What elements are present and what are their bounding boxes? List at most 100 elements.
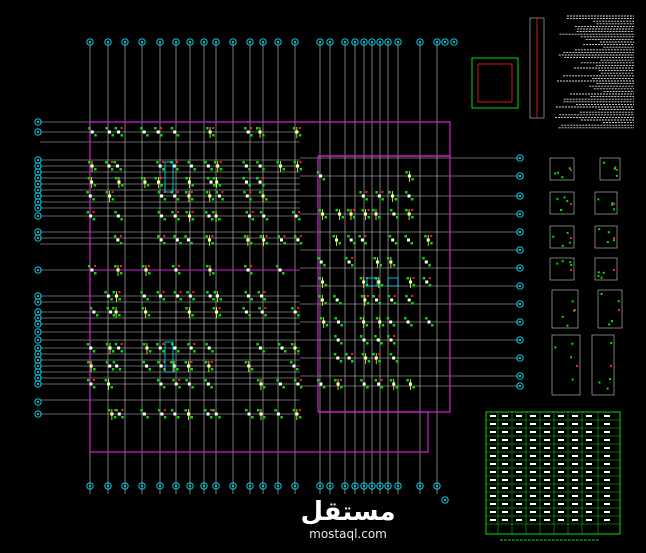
node-mark	[404, 191, 408, 194]
table-cell-mark	[586, 439, 592, 441]
node-mark	[245, 409, 248, 412]
node-mark	[373, 257, 376, 260]
node-mark	[347, 235, 350, 238]
node-mark	[160, 177, 163, 179]
node-mark	[404, 235, 407, 238]
node-mark	[177, 218, 180, 221]
table-cell-mark	[558, 519, 564, 521]
detail-mark	[613, 203, 615, 205]
node-mark	[204, 379, 207, 382]
node-mark	[184, 409, 187, 412]
axis-bubble-dot	[37, 311, 39, 313]
axis-bubble-dot	[379, 485, 381, 487]
node-mark	[104, 161, 108, 164]
cad-drawing-canvas	[0, 0, 646, 553]
node-mark	[262, 416, 266, 419]
node-mark	[375, 191, 378, 194]
axis-bubble-dot	[354, 41, 356, 43]
detail-mark	[560, 208, 563, 211]
node-core	[176, 294, 180, 298]
node-mark	[374, 379, 378, 382]
node-mark	[120, 350, 124, 353]
node-mark	[94, 265, 96, 267]
table-cell-mark	[604, 479, 610, 481]
node-mark	[359, 277, 363, 280]
node-mark	[211, 198, 215, 201]
table-cell-mark	[604, 439, 610, 441]
detail-mark	[566, 231, 569, 234]
node-core	[90, 130, 94, 134]
node-mark	[366, 295, 369, 297]
node-core	[260, 310, 264, 314]
node-mark	[178, 265, 180, 267]
node-mark	[193, 168, 196, 171]
table-cell-mark	[572, 431, 578, 433]
node-mark	[316, 171, 320, 174]
node-mark	[204, 361, 208, 364]
node-mark	[211, 350, 214, 353]
node-mark	[190, 198, 194, 201]
table-cell-mark	[558, 447, 564, 449]
node-mark	[412, 277, 415, 279]
table-cell-mark	[586, 479, 592, 481]
node-core	[156, 130, 160, 134]
node-core	[362, 338, 366, 342]
table-cell-mark	[490, 415, 496, 417]
node-mark	[146, 416, 149, 419]
node-mark	[340, 386, 343, 389]
axis-bubble-dot	[37, 231, 39, 233]
node-mark	[243, 235, 247, 238]
node-mark	[334, 379, 337, 382]
node-mark	[111, 134, 114, 137]
node-mark	[317, 257, 320, 260]
node-mark	[142, 343, 146, 346]
axis-bubble-dot	[519, 231, 521, 233]
node-mark	[219, 168, 223, 171]
node-mark	[185, 177, 188, 180]
node-mark	[113, 235, 117, 238]
node-mark	[212, 211, 215, 214]
node-core	[173, 130, 177, 134]
node-mark	[393, 295, 396, 297]
node-mark	[92, 211, 95, 213]
table-cell-mark	[558, 431, 564, 433]
node-mark	[296, 368, 299, 371]
node-mark	[113, 161, 116, 164]
node-mark	[351, 360, 354, 363]
table-cell-mark	[586, 415, 592, 417]
node-core	[389, 320, 393, 324]
node-mark	[204, 211, 208, 214]
detail-mark	[607, 231, 610, 234]
node-core	[189, 164, 193, 168]
axis-bubble-dot	[37, 269, 39, 271]
node-mark	[114, 211, 117, 214]
table-cell-mark	[502, 431, 508, 433]
node-mark	[388, 235, 392, 238]
node-mark	[212, 409, 215, 412]
axis-bubble-dot	[419, 485, 421, 487]
table-cell-mark	[604, 447, 610, 449]
node-core	[247, 412, 251, 416]
table-cell-mark	[572, 471, 578, 473]
node-mark	[119, 242, 123, 245]
node-mark	[298, 211, 301, 213]
node-mark	[258, 307, 261, 310]
node-mark	[113, 416, 117, 419]
node-mark	[184, 361, 188, 364]
node-mark	[192, 291, 195, 293]
node-mark	[404, 317, 407, 320]
axis-bubble-dot	[371, 485, 373, 487]
node-core	[336, 356, 340, 360]
node-core	[406, 238, 410, 242]
node-mark	[324, 302, 327, 305]
node-mark	[162, 298, 166, 301]
table-cell-mark	[516, 487, 522, 489]
table-cell-mark	[502, 423, 508, 425]
table-cell-mark	[516, 503, 522, 505]
node-core	[319, 174, 323, 178]
node-mark	[92, 218, 96, 221]
axis-bubble-dot	[249, 41, 251, 43]
table-cell-mark	[544, 495, 550, 497]
node-core	[392, 212, 396, 216]
node-mark	[94, 168, 97, 171]
